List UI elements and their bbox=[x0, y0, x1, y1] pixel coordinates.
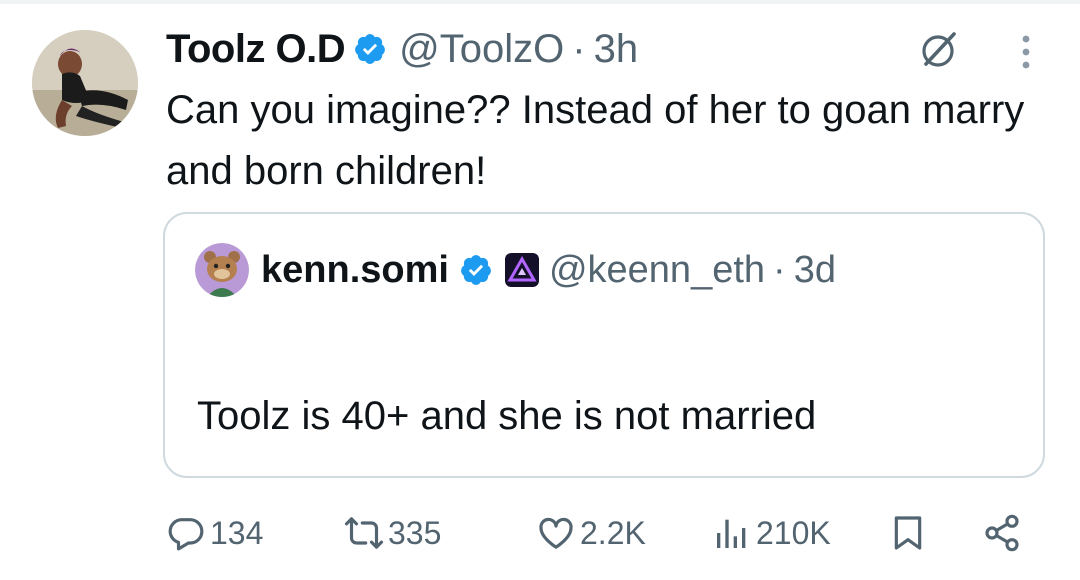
tweet-header: Toolz O.D @ToolzO · 3h bbox=[166, 24, 638, 74]
views-icon bbox=[717, 519, 746, 548]
verified-badge-icon bbox=[355, 34, 386, 64]
views-count: 210K bbox=[756, 514, 831, 551]
reply-icon bbox=[168, 518, 204, 551]
quoted-tweet-card[interactable]: kenn.somi @keenn_eth · 3d Toolz is 40+ a… bbox=[163, 212, 1045, 478]
top-divider bbox=[0, 0, 1080, 4]
reply-count: 134 bbox=[210, 514, 264, 551]
verified-badge-icon bbox=[461, 255, 491, 285]
like-button[interactable]: 2.2K bbox=[536, 508, 646, 558]
quoted-author-avatar[interactable] bbox=[195, 243, 249, 297]
author-display-name[interactable]: Toolz O.D bbox=[166, 27, 346, 72]
bookmark-button[interactable] bbox=[888, 508, 928, 558]
share-icon bbox=[985, 514, 1019, 552]
reply-button[interactable]: 134 bbox=[166, 508, 263, 558]
author-avatar[interactable] bbox=[32, 30, 138, 136]
repost-count: 335 bbox=[388, 514, 442, 551]
separator-dot: · bbox=[773, 248, 786, 291]
quoted-author-handle[interactable]: @keenn_eth bbox=[549, 249, 765, 292]
tweet-text: Can you imagine?? Instead of her to goan… bbox=[166, 88, 1025, 193]
quoted-tweet-text: Toolz is 40+ and she is not married bbox=[197, 394, 817, 438]
heart-icon bbox=[539, 517, 573, 549]
like-count: 2.2K bbox=[580, 514, 646, 551]
more-vertical-icon[interactable] bbox=[1008, 30, 1044, 74]
share-button[interactable] bbox=[982, 508, 1022, 558]
grok-icon[interactable] bbox=[914, 26, 962, 74]
affiliate-badge-icon[interactable] bbox=[504, 253, 539, 287]
views-button[interactable]: 210K bbox=[712, 508, 831, 558]
quoted-tweet-timestamp[interactable]: 3d bbox=[794, 249, 836, 292]
author-handle[interactable]: @ToolzO bbox=[399, 27, 564, 72]
repost-icon bbox=[344, 517, 384, 549]
action-bar: 134 335 2.2K 210K bbox=[166, 508, 1056, 558]
tweet-timestamp[interactable]: 3h bbox=[594, 27, 639, 72]
separator-dot: · bbox=[572, 26, 586, 71]
bookmark-icon bbox=[894, 516, 922, 550]
repost-button[interactable]: 335 bbox=[344, 508, 441, 558]
quoted-author-display-name[interactable]: kenn.somi bbox=[261, 249, 449, 292]
quoted-tweet-header: kenn.somi @keenn_eth · 3d bbox=[195, 242, 836, 298]
